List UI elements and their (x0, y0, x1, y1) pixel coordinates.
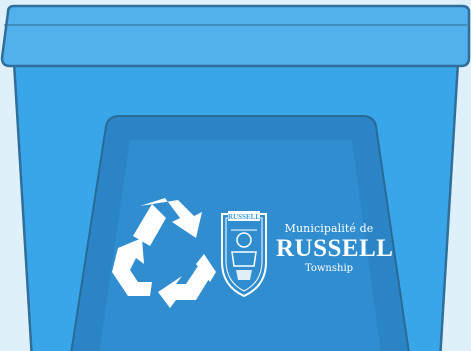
bin-lid (0, 4, 471, 68)
logo-municipalite: Municipalité de (284, 222, 374, 235)
blue-bin-graphic: RUSSELL (0, 4, 471, 351)
municipality-logo-text: Municipalité de RUSSELL Township (274, 222, 394, 275)
logo-township: Township (304, 263, 354, 274)
crest-banner: RUSSELL (228, 213, 260, 221)
recycling-bin-illustration: RUSSELL Municipalité de RUSSELL Township (0, 0, 471, 351)
logo-russell: RUSSELL (276, 235, 394, 262)
